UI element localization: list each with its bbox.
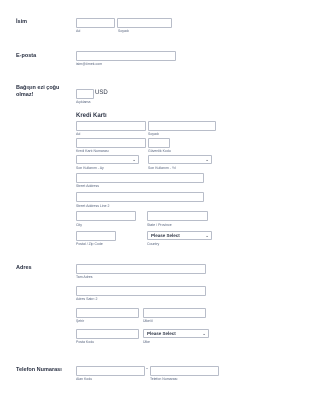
first-name-sublabel: Ad [76,29,81,33]
card-street2-sublabel: Street Address Line 2 [76,204,110,208]
last-name-sublabel: Soyadı [118,29,129,33]
chevron-down-icon: ⌄ [202,331,206,336]
phone-separator: - [146,366,148,372]
card-street2-input[interactable] [76,192,204,202]
name-label: İsim [16,19,28,25]
address-city-sublabel: Şehir [76,319,85,323]
phone-area-sublabel: Alan Kodu [76,377,93,381]
card-state-sublabel: State / Province [147,223,172,227]
address-state-sublabel: Ülke/il [143,319,153,323]
donation-sublabel: Açıklama [76,100,91,104]
phone-area-input[interactable] [76,366,145,376]
currency-label: USD [95,90,108,96]
donation-label: Bağışın ezi çoğu olmaz! [16,85,60,98]
card-first-name-sublabel: Ad [76,132,81,136]
chevron-down-icon: ⌄ [205,157,209,162]
card-last-name-input[interactable] [148,121,216,131]
card-state-input[interactable] [147,211,208,221]
card-year-sublabel: Son Kullanım - Yıl [148,166,176,170]
card-postal-input[interactable] [76,231,116,241]
address-line2-sublabel: Adres Satırı 2 [76,297,98,301]
address-state-input[interactable] [143,308,206,318]
last-name-input[interactable] [117,18,172,28]
address-city-input[interactable] [76,308,139,318]
card-last-name-sublabel: Soyadı [148,132,159,136]
card-month-select[interactable]: ⌄ [76,155,139,164]
card-postal-sublabel: Postal / Zip Code [76,242,103,246]
card-street-input[interactable] [76,173,204,183]
card-year-select[interactable]: ⌄ [148,155,212,164]
card-first-name-input[interactable] [76,121,146,131]
address-country-sublabel: Ülke [143,340,151,344]
address-line1-input[interactable] [76,264,206,274]
donation-amount-input[interactable] [76,89,94,99]
address-line1-sublabel: Tam Adres [76,275,93,279]
email-sublabel: isim@örnek.com [76,62,103,66]
chevron-down-icon: ⌄ [205,233,209,238]
card-number-input[interactable] [76,138,146,148]
credit-card-title: Kredi Kartı [76,113,107,119]
email-label: E-posta [16,53,37,59]
email-field[interactable] [76,51,176,61]
card-cvv-sublabel: Güvenlik Kodu [148,149,171,153]
address-country-select[interactable]: Please Select ⌄ [143,329,209,338]
chevron-down-icon: ⌄ [132,157,136,162]
card-street-sublabel: Street Address [76,184,99,188]
card-country-value: Please Select [151,233,180,238]
card-country-select[interactable]: Please Select ⌄ [147,231,212,240]
address-line2-input[interactable] [76,286,206,296]
address-country-value: Please Select [147,331,176,336]
card-number-sublabel: Kredi Kartı Numarası [76,149,109,153]
phone-number-input[interactable] [150,366,219,376]
address-label: Adres [16,265,32,271]
card-month-sublabel: Son Kullanım - Ay [76,166,104,170]
card-cvv-input[interactable] [148,138,170,148]
phone-number-sublabel: Telefon Numarası [150,377,178,381]
address-postal-sublabel: Posta Kodu [76,340,95,344]
first-name-input[interactable] [76,18,115,28]
card-country-sublabel: Country [147,242,160,246]
phone-label: Telefon Numarası [16,367,62,373]
card-city-input[interactable] [76,211,136,221]
card-city-sublabel: City [76,223,83,227]
address-postal-input[interactable] [76,329,139,339]
